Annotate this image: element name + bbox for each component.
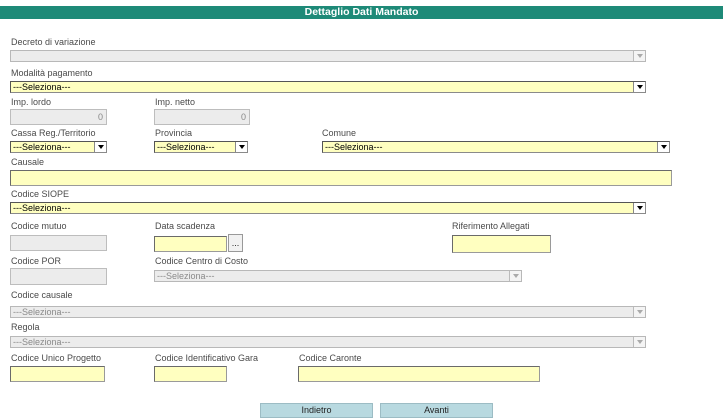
- cassa-label: Cassa Reg./Territorio: [11, 128, 96, 138]
- codice-identificativo-gara-field[interactable]: [154, 366, 227, 382]
- page-title: Dettaglio Dati Mandato: [0, 6, 723, 19]
- decreto-variazione-label: Decreto di variazione: [11, 37, 96, 47]
- codice-unico-progetto-label: Codice Unico Progetto: [11, 353, 102, 363]
- modalita-pagamento-select[interactable]: ---Seleziona---: [10, 81, 646, 93]
- chevron-down-icon[interactable]: [235, 142, 247, 152]
- codice-unico-progetto-field[interactable]: [10, 366, 105, 382]
- codice-por-field[interactable]: [10, 268, 107, 285]
- chevron-down-icon[interactable]: [657, 142, 669, 152]
- chevron-down-icon[interactable]: [633, 337, 645, 347]
- imp-lordo-field[interactable]: 0: [10, 109, 107, 125]
- back-button[interactable]: Indietro: [260, 403, 373, 418]
- imp-netto-label: Imp. netto: [155, 97, 196, 107]
- provincia-label: Provincia: [155, 128, 193, 138]
- imp-lordo-label: Imp. lordo: [11, 97, 52, 107]
- modalita-pagamento-value: ---Seleziona---: [13, 82, 71, 92]
- comune-label: Comune: [322, 128, 357, 138]
- comune-value: ---Seleziona---: [325, 142, 383, 152]
- codice-caronte-label: Codice Caronte: [299, 353, 362, 363]
- chevron-down-icon[interactable]: [633, 82, 645, 92]
- codice-causale-select[interactable]: ---Seleziona---: [10, 306, 646, 318]
- causale-field[interactable]: [10, 170, 672, 186]
- cassa-value: ---Seleziona---: [13, 142, 71, 152]
- causale-label: Causale: [11, 157, 45, 167]
- imp-netto-field[interactable]: 0: [154, 109, 250, 125]
- codice-mutuo-field[interactable]: [10, 235, 107, 251]
- decreto-variazione-select[interactable]: [10, 50, 646, 62]
- regola-value: ---Seleziona---: [13, 337, 71, 347]
- codice-siope-select[interactable]: ---Seleziona---: [10, 202, 646, 214]
- calendar-picker-button[interactable]: ...: [228, 234, 243, 252]
- modalita-pagamento-label: Modalità pagamento: [11, 68, 93, 78]
- data-scadenza-label: Data scadenza: [155, 221, 216, 231]
- regola-label: Regola: [11, 322, 40, 332]
- codice-caronte-field[interactable]: [298, 366, 540, 382]
- regola-select[interactable]: ---Seleziona---: [10, 336, 646, 348]
- codice-causale-value: ---Seleziona---: [13, 307, 71, 317]
- chevron-down-icon[interactable]: [633, 203, 645, 213]
- riferimento-allegati-label: Riferimento Allegati: [452, 221, 530, 231]
- codice-siope-value: ---Seleziona---: [13, 203, 71, 213]
- codice-centro-costo-label: Codice Centro di Costo: [155, 256, 249, 266]
- codice-causale-label: Codice causale: [11, 290, 73, 300]
- codice-centro-costo-value: ---Seleziona---: [157, 271, 215, 281]
- provincia-value: ---Seleziona---: [157, 142, 215, 152]
- chevron-down-icon[interactable]: [509, 271, 521, 281]
- comune-select[interactable]: ---Seleziona---: [322, 141, 670, 153]
- chevron-down-icon[interactable]: [633, 51, 645, 61]
- next-button[interactable]: Avanti: [380, 403, 493, 418]
- codice-centro-costo-select[interactable]: ---Seleziona---: [154, 270, 522, 282]
- data-scadenza-field[interactable]: [154, 236, 227, 252]
- chevron-down-icon[interactable]: [94, 142, 106, 152]
- riferimento-allegati-field[interactable]: [452, 235, 551, 253]
- codice-siope-label: Codice SIOPE: [11, 189, 70, 199]
- cassa-select[interactable]: ---Seleziona---: [10, 141, 107, 153]
- provincia-select[interactable]: ---Seleziona---: [154, 141, 248, 153]
- codice-identificativo-gara-label: Codice Identificativo Gara: [155, 353, 259, 363]
- codice-mutuo-label: Codice mutuo: [11, 221, 67, 231]
- chevron-down-icon[interactable]: [633, 307, 645, 317]
- codice-por-label: Codice POR: [11, 256, 62, 266]
